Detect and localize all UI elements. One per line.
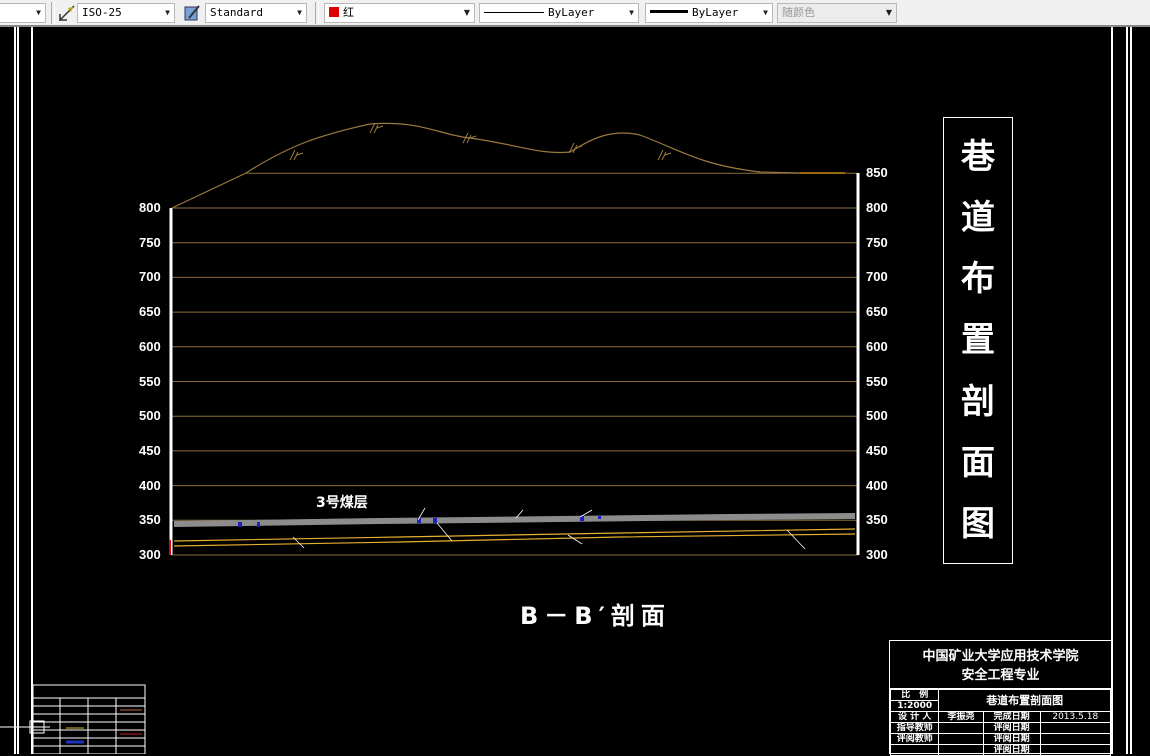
text-style-value: Standard: [210, 6, 263, 19]
color-combo[interactable]: 红 ▼: [324, 3, 475, 23]
right-tick-label: 300: [866, 547, 888, 562]
right-tick-label: 800: [866, 200, 888, 215]
coal-seam-label: 3号煤层: [316, 495, 368, 511]
axis-bars: [169, 173, 860, 555]
title-block: 中国矿业大学应用技术学院 安全工程专业 比 例巷道布置剖面图 1:2000 设 …: [889, 640, 1112, 756]
chevron-down-icon: ▼: [463, 8, 470, 17]
left-tick-label: 450: [139, 442, 161, 458]
major-name: 安全工程专业: [961, 668, 1040, 683]
chevron-down-icon: ▼: [885, 8, 892, 17]
right-tick-label: 500: [866, 408, 888, 424]
title-char: 剖: [961, 381, 995, 422]
dim-style-value: ISO-25: [82, 6, 122, 19]
right-tick-label: 350: [866, 512, 888, 528]
cell: [938, 733, 984, 745]
chevron-down-icon: ▼: [763, 8, 768, 17]
cell: 评阅日期: [982, 733, 1041, 745]
linetype-value: ByLayer: [548, 6, 595, 19]
elevation-gridlines: [172, 172, 858, 556]
mini-legend: [0, 684, 146, 754]
toolbar-separator: [315, 2, 319, 24]
plot-style-value: 随颜色: [782, 6, 815, 19]
lineweight-value: ByLayer: [692, 6, 739, 19]
title-block-header: 中国矿业大学应用技术学院 安全工程专业: [890, 641, 1111, 689]
text-style-combo[interactable]: Standard ▼: [205, 3, 307, 23]
left-tick-label: 600: [139, 338, 161, 354]
lineweight-combo[interactable]: ByLayer ▼: [645, 3, 773, 23]
right-tick-label: 750: [866, 234, 888, 250]
left-tick-label: 350: [139, 512, 161, 528]
right-tick-label: 550: [866, 373, 888, 389]
left-tick-label: 400: [139, 477, 161, 493]
vegetation-symbols: [289, 122, 672, 161]
drawing-title-vertical: 巷 道 布 置 剖 面 图: [943, 117, 1013, 564]
title-char: 面: [961, 443, 995, 484]
color-swatch: [329, 7, 339, 17]
right-tick-label: 850: [866, 165, 888, 181]
left-tick-label: 650: [139, 304, 161, 320]
cell: 评阅日期: [982, 722, 1041, 734]
dimension-style-icon[interactable]: [58, 4, 76, 22]
cell: 2013.5.18: [1039, 711, 1112, 723]
scale-value: 1:2000: [889, 700, 940, 712]
toolbar-separator: [51, 2, 55, 24]
dim-style-combo[interactable]: ISO-25 ▼: [77, 3, 175, 23]
right-tick-label: 600: [866, 338, 888, 354]
chevron-down-icon: ▼: [36, 8, 41, 17]
title-char: 巷: [961, 136, 995, 177]
layer-combo[interactable]: ▼: [0, 3, 46, 23]
cell: 指导教师: [889, 722, 940, 734]
left-tick-label: 300: [139, 547, 161, 562]
title-char: 布: [961, 259, 995, 300]
left-tick-label: 500: [139, 408, 161, 424]
title-char: 道: [961, 197, 995, 238]
chevron-down-icon: ▼: [297, 8, 302, 17]
cell: 李振尧: [938, 711, 984, 723]
cell: [1039, 733, 1112, 745]
left-tick-label: 700: [139, 269, 161, 285]
cell: 设 计 人: [889, 711, 940, 723]
scale-label: 比 例: [889, 689, 940, 701]
roadways: [173, 528, 856, 547]
plot-style-combo[interactable]: 随颜色 ▼: [777, 3, 897, 23]
right-tick-label: 650: [866, 304, 888, 320]
cell: [1039, 722, 1112, 734]
section-label: B－B′剖面: [520, 602, 671, 630]
thick-line-sample: [650, 10, 688, 13]
left-tick-label: 800: [139, 200, 161, 215]
color-value: 红: [343, 6, 354, 19]
linetype-combo[interactable]: ByLayer ▼: [479, 3, 639, 23]
properties-toolbar: ▼ ISO-25 ▼ Standard ▼ 红 ▼ ByLayer ▼ ByLayer ▼…: [0, 0, 1150, 27]
cell: [938, 722, 984, 734]
chevron-down-icon: ▼: [165, 8, 170, 17]
title-char: 置: [961, 320, 995, 361]
thin-line-sample: [484, 12, 544, 13]
right-tick-label: 450: [866, 442, 888, 458]
drawing-name: 巷道布置剖面图: [938, 689, 1111, 712]
terrain-profile: [171, 122, 801, 209]
text-style-icon[interactable]: [183, 4, 201, 22]
title-char: 图: [961, 504, 995, 545]
right-tick-label: 400: [866, 477, 888, 493]
left-tick-label: 750: [139, 234, 161, 250]
school-name: 中国矿业大学应用技术学院: [922, 649, 1079, 664]
chevron-down-icon: ▼: [629, 8, 634, 17]
cell: 评阅教师: [889, 733, 940, 745]
cell: 完成日期: [982, 711, 1041, 723]
right-tick-label: 700: [866, 269, 888, 285]
title-block-table: 比 例巷道布置剖面图 1:2000 设 计 人李振尧 完成日期 2013.5.18 …: [889, 689, 1112, 756]
left-tick-label: 550: [139, 373, 161, 389]
